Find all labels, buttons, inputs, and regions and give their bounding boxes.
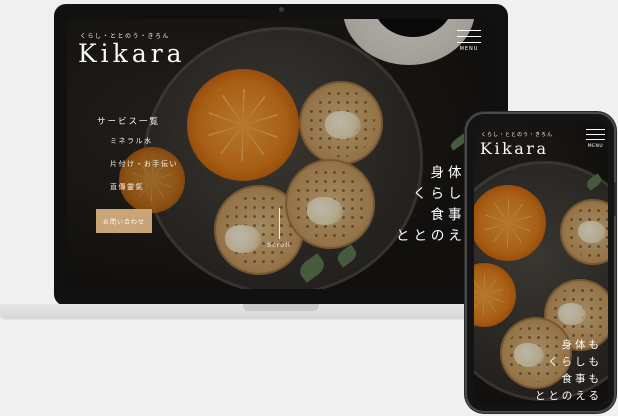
menu-label-mobile: MENU [587,144,604,149]
site-tagline-mobile: くらし・ととのう・きろん [481,132,553,138]
catch-line: 食事も [561,373,602,385]
catch-line: くらしも [548,356,602,368]
nav-item-reiki[interactable]: 直傳靈氣 [110,182,178,192]
nav-item-tidying[interactable]: 片付け・お手伝い [110,159,178,169]
scroll-indicator-line [279,208,280,239]
scroll-label[interactable]: Scroll [267,241,291,249]
phone-screen: くらし・ととのう・きろん Kikara MENU 身体も くらしも 食事も とと… [474,121,608,404]
laptop-camera [279,7,284,12]
hamburger-icon [586,139,605,140]
nav-item-mineral-water[interactable]: ミネラル水 [110,136,178,146]
hamburger-icon [457,30,481,31]
hamburger-icon [457,42,481,43]
laptop-screen: くらし・ととのう・きろん Kikara MENU サービス一覧 ミネラル水 片付… [67,19,493,289]
menu-button[interactable]: MENU [456,27,482,55]
menu-button-mobile[interactable]: MENU [586,125,605,149]
site-logo-mobile[interactable]: Kikara [480,139,549,158]
phone-side-button [614,182,617,216]
contact-button[interactable]: お問い合わせ [96,209,152,233]
catch-line: 身体も [561,339,602,351]
service-nav-heading[interactable]: サービス一覧 [97,115,178,127]
phone-notch [520,121,560,128]
service-nav: サービス一覧 ミネラル水 片付け・お手伝い 直傳靈氣 [97,115,178,205]
laptop-hinge-notch [243,304,319,311]
menu-label: MENU [459,46,479,52]
hamburger-icon [586,129,605,130]
catch-line: ととのえる [534,390,602,402]
hamburger-icon [457,36,481,37]
site-logo[interactable]: Kikara [78,39,186,68]
hamburger-icon [586,134,605,135]
hero-catchcopy-mobile: 身体も くらしも 食事も ととのえる [535,337,602,404]
